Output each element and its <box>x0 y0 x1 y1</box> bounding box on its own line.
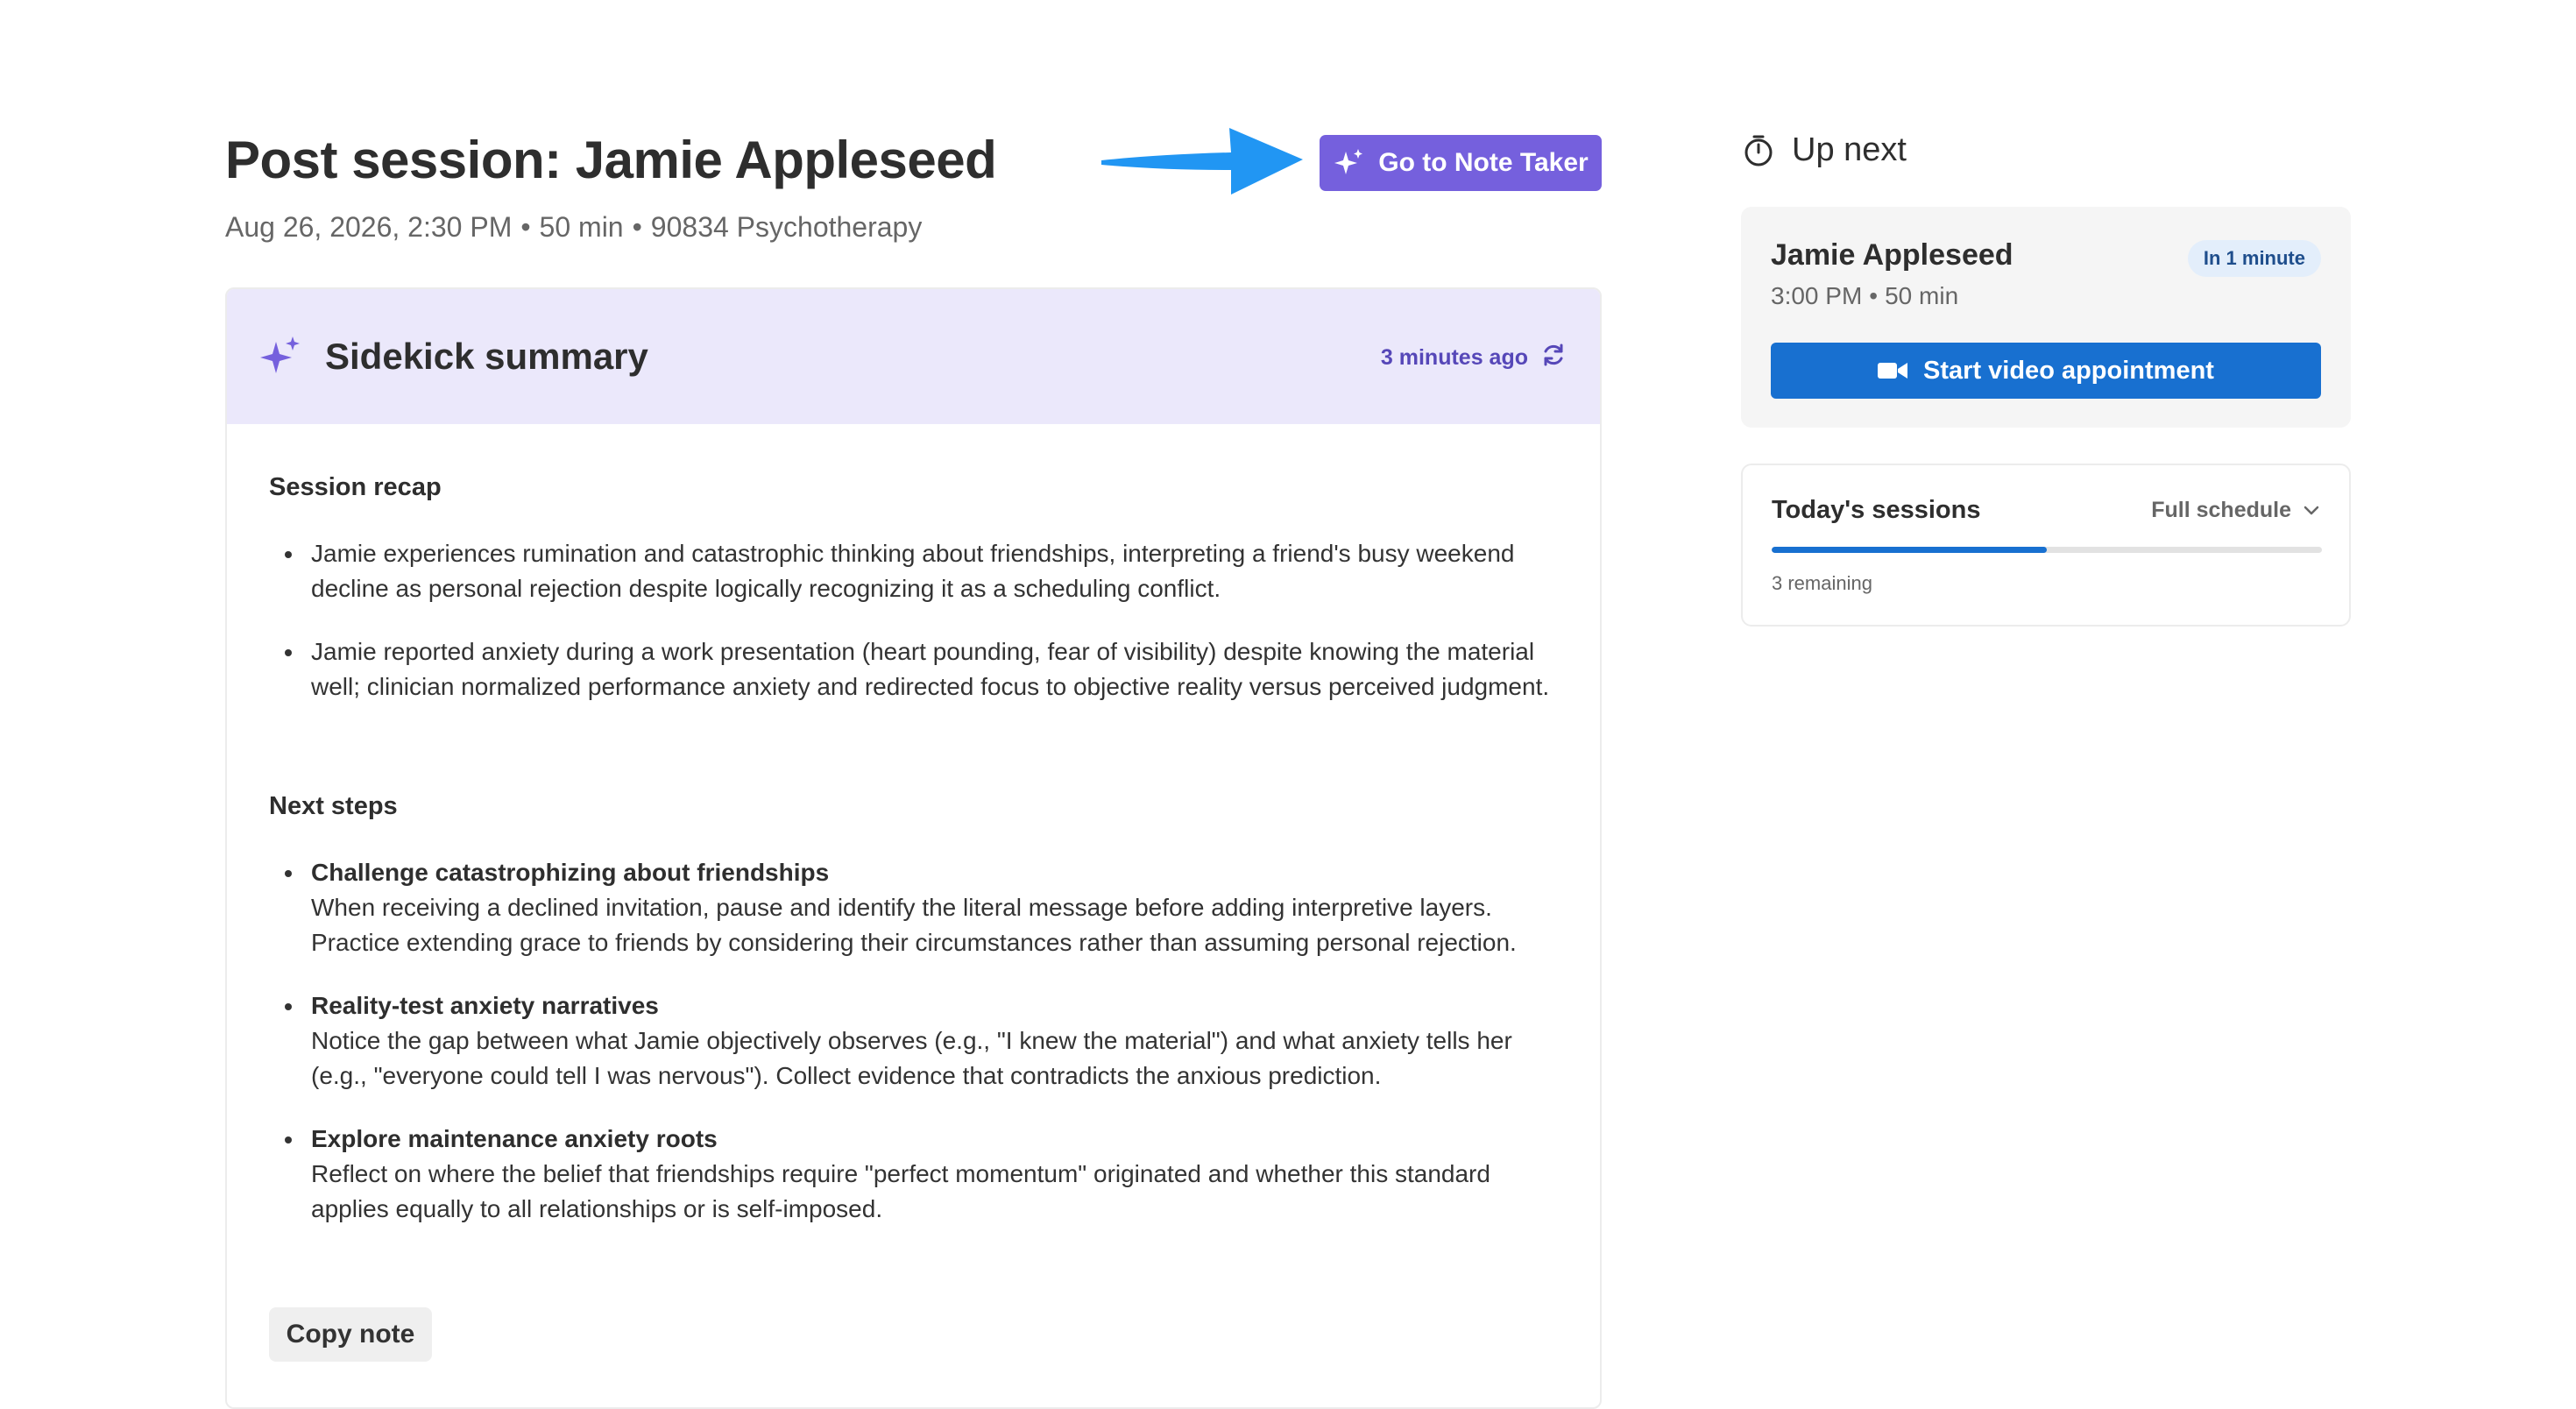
list-item: Challenge catastrophizing about friendsh… <box>269 855 1566 960</box>
next-steps-list: Challenge catastrophizing about friendsh… <box>269 855 1566 1255</box>
sidekick-summary-card: Sidekick summary 3 minutes ago Session r… <box>225 287 1602 1409</box>
sparkle-icon <box>260 336 300 373</box>
go-to-note-taker-button[interactable]: Go to Note Taker <box>1320 135 1602 191</box>
start-video-appointment-button[interactable]: Start video appointment <box>1771 343 2321 399</box>
next-step-text: Notice the gap between what Jamie object… <box>311 1027 1512 1089</box>
video-button-label: Start video appointment <box>1923 356 2214 385</box>
appointment-time: 3:00 PM • 50 min <box>1771 282 1959 309</box>
video-camera-icon <box>1878 363 1908 379</box>
sessions-progress-bar <box>1772 547 2322 553</box>
session-duration: 50 min <box>539 211 624 243</box>
client-name: Jamie Appleseed <box>1771 238 2013 272</box>
session-meta: Aug 26, 2026, 2:30 PM • 50 min • 90834 Psych… <box>225 211 922 244</box>
list-item: Explore maintenance anxiety roots Reflec… <box>269 1122 1566 1227</box>
sparkle-icon <box>1334 149 1363 174</box>
next-step-text: Reflect on where the belief that friends… <box>311 1160 1490 1222</box>
next-steps-title: Next steps <box>269 792 398 820</box>
up-next-label: Up next <box>1792 131 1907 168</box>
summary-updated-time: 3 minutes ago <box>1380 345 1528 370</box>
copy-note-button[interactable]: Copy note <box>269 1307 432 1362</box>
full-schedule-dropdown[interactable]: Full schedule <box>2151 498 2319 523</box>
todays-sessions-card: Today's sessions Full schedule 3 remaini… <box>1741 464 2351 627</box>
meta-separator: • <box>520 211 531 243</box>
next-step-title: Explore maintenance anxiety roots <box>311 1125 718 1152</box>
up-next-heading: Up next <box>1741 131 1907 169</box>
progress-fill <box>1772 547 2047 553</box>
refresh-icon[interactable] <box>1540 342 1567 368</box>
session-datetime: Aug 26, 2026, 2:30 PM <box>225 211 513 243</box>
next-step-title: Challenge catastrophizing about friendsh… <box>311 859 830 886</box>
next-appointment-card: Jamie Appleseed 3:00 PM • 50 min In 1 minu… <box>1741 207 2351 428</box>
session-code: 90834 Psychotherapy <box>650 211 923 243</box>
page-title: Post session: Jamie Appleseed <box>225 131 997 189</box>
summary-title: Sidekick summary <box>325 336 648 377</box>
list-item: Reality-test anxiety narratives Notice t… <box>269 988 1566 1094</box>
session-recap-list: Jamie experiences rumination and catastr… <box>269 536 1566 733</box>
summary-header: Sidekick summary 3 minutes ago <box>227 289 1600 424</box>
sessions-title: Today's sessions <box>1772 496 1981 524</box>
sessions-remaining: 3 remaining <box>1772 572 1872 594</box>
chevron-down-icon <box>2304 506 2319 514</box>
arrow-pointer-icon <box>1101 128 1303 195</box>
list-item: Jamie reported anxiety during a work pre… <box>269 634 1566 704</box>
meta-separator: • <box>632 211 642 243</box>
session-recap-title: Session recap <box>269 473 442 501</box>
timer-icon <box>1744 135 1773 166</box>
next-step-text: When receiving a declined invitation, pa… <box>311 894 1517 956</box>
note-taker-label: Go to Note Taker <box>1378 148 1589 177</box>
status-badge: In 1 minute <box>2187 240 2321 277</box>
list-item: Jamie experiences rumination and catastr… <box>269 536 1566 606</box>
full-schedule-label: Full schedule <box>2151 498 2291 522</box>
next-step-title: Reality-test anxiety narratives <box>311 992 659 1019</box>
